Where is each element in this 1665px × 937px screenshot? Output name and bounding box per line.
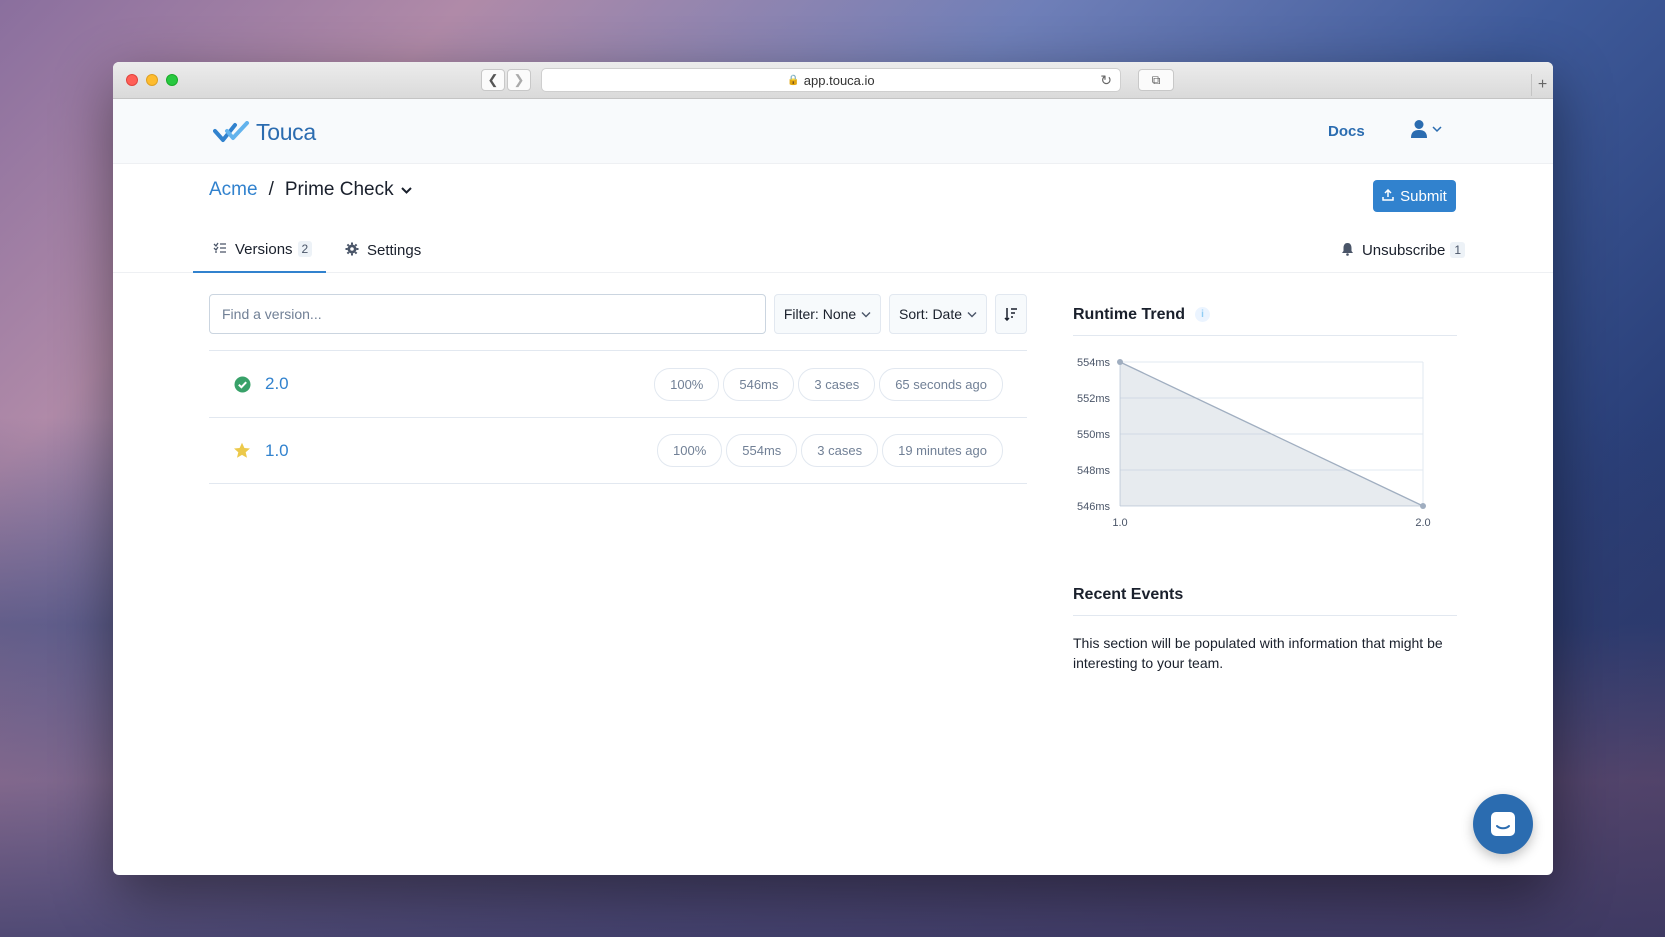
time-badge: 19 minutes ago bbox=[882, 434, 1003, 467]
reload-icon[interactable]: ↻ bbox=[1100, 72, 1112, 89]
breadcrumb-separator: / bbox=[268, 179, 274, 200]
runtime-trend-chart: 554ms 552ms 550ms 548ms 546ms 1.0 2.0 bbox=[1073, 336, 1457, 538]
filter-label: Filter: None bbox=[783, 306, 857, 322]
gear-icon bbox=[345, 242, 359, 259]
chat-icon bbox=[1491, 812, 1515, 836]
time-badge: 65 seconds ago bbox=[879, 367, 1003, 401]
tab-settings[interactable]: Settings bbox=[345, 227, 421, 273]
version-name[interactable]: 2.0 bbox=[265, 374, 289, 394]
runtime-trend-title: Runtime Trend bbox=[1073, 305, 1186, 323]
breadcrumb-team-link[interactable]: Acme bbox=[209, 179, 258, 201]
runtime-badge: 554ms bbox=[726, 434, 798, 467]
subscriber-count-badge: 1 bbox=[1450, 242, 1465, 258]
y-tick-label: 546ms bbox=[1077, 501, 1111, 513]
version-metrics: 100% 554ms 3 cases 19 minutes ago bbox=[657, 434, 1003, 467]
sort-label: Sort: Date bbox=[898, 306, 963, 322]
version-row[interactable]: 1.0 100% 554ms 3 cases 19 minutes ago bbox=[209, 417, 1027, 484]
list-icon bbox=[213, 241, 227, 257]
tab-versions-label: Versions bbox=[235, 240, 293, 258]
cases-badge: 3 cases bbox=[801, 434, 879, 467]
chat-launcher-button[interactable] bbox=[1473, 794, 1533, 854]
forward-arrow-icon[interactable]: ❯ bbox=[507, 69, 531, 91]
star-icon bbox=[233, 442, 251, 460]
check-circle-icon bbox=[233, 375, 251, 393]
new-tab-icon[interactable]: + bbox=[1531, 74, 1553, 96]
chevron-down-icon bbox=[1432, 126, 1442, 133]
score-badge: 100% bbox=[657, 434, 723, 467]
suite-tabs: Versions 2 Settings Unsubscribe 1 bbox=[113, 227, 1553, 273]
version-list: 2.0 100% 546ms 3 cases 65 seconds ago 1.… bbox=[209, 350, 1027, 484]
touca-logo-icon bbox=[213, 120, 249, 142]
y-tick-label: 548ms bbox=[1077, 465, 1111, 477]
version-name[interactable]: 1.0 bbox=[265, 441, 289, 461]
chevron-down-icon bbox=[967, 311, 977, 317]
breadcrumb: Acme / Prime Check bbox=[209, 179, 413, 201]
sidebar: Runtime Trend i 554ms 552ms 550ms 548ms 546m… bbox=[1073, 294, 1457, 673]
lock-icon: 🔒 bbox=[787, 74, 800, 86]
address-url: app.touca.io bbox=[803, 72, 875, 88]
back-arrow-icon[interactable]: ❮ bbox=[481, 69, 505, 91]
submit-label: Submit bbox=[1400, 187, 1447, 205]
bell-icon bbox=[1341, 242, 1354, 259]
unsubscribe-label: Unsubscribe bbox=[1361, 241, 1446, 259]
info-icon[interactable]: i bbox=[1195, 307, 1211, 322]
suite-dropdown-chevron-icon[interactable] bbox=[400, 185, 413, 195]
y-tick-label: 550ms bbox=[1077, 429, 1111, 441]
tab-overview-icon[interactable]: ⧉ bbox=[1138, 69, 1174, 91]
browser-titlebar: ❮ ❯ 🔒 app.touca.io ↻ ⧉ + bbox=[113, 62, 1553, 99]
maximize-window-button[interactable] bbox=[166, 74, 178, 86]
x-tick-label: 1.0 bbox=[1112, 517, 1127, 529]
user-icon bbox=[1411, 120, 1427, 138]
runtime-trend-heading: Runtime Trend i bbox=[1073, 294, 1457, 336]
data-point bbox=[1117, 359, 1123, 365]
score-badge: 100% bbox=[654, 367, 720, 401]
version-row[interactable]: 2.0 100% 546ms 3 cases 65 seconds ago bbox=[209, 350, 1027, 417]
logo-text: Touca bbox=[256, 119, 316, 145]
breadcrumb-suite[interactable]: Prime Check bbox=[285, 179, 394, 201]
runtime-trend-svg: 554ms 552ms 550ms 548ms 546ms1.0 2.0 bbox=[1077, 357, 1431, 529]
user-menu[interactable] bbox=[1410, 119, 1443, 139]
sort-order-button[interactable] bbox=[995, 294, 1027, 334]
tab-versions[interactable]: Versions 2 bbox=[193, 227, 326, 273]
docs-link[interactable]: Docs bbox=[1328, 123, 1365, 140]
chevron-down-icon bbox=[861, 311, 871, 317]
upload-icon bbox=[1382, 188, 1394, 204]
browser-window: ❮ ❯ 🔒 app.touca.io ↻ ⧉ + Touca Docs Acme… bbox=[113, 62, 1553, 875]
cases-badge: 3 cases bbox=[798, 367, 876, 401]
minimize-window-button[interactable] bbox=[146, 74, 158, 86]
touca-logo[interactable]: Touca bbox=[213, 119, 316, 146]
y-tick-label: 552ms bbox=[1077, 393, 1111, 405]
app-header: Touca Docs bbox=[113, 99, 1553, 164]
unsubscribe-button[interactable]: Unsubscribe 1 bbox=[1341, 227, 1465, 273]
sort-dropdown[interactable]: Sort: Date bbox=[889, 294, 987, 334]
x-tick-label: 2.0 bbox=[1415, 517, 1430, 529]
address-bar[interactable]: 🔒 app.touca.io ↻ bbox=[541, 68, 1121, 92]
tab-settings-label: Settings bbox=[367, 241, 422, 259]
recent-events-heading: Recent Events bbox=[1073, 574, 1457, 616]
close-window-button[interactable] bbox=[126, 74, 138, 86]
version-search-input[interactable] bbox=[209, 294, 766, 334]
data-point bbox=[1420, 503, 1426, 509]
submit-button[interactable]: Submit bbox=[1373, 180, 1456, 212]
version-metrics: 100% 546ms 3 cases 65 seconds ago bbox=[654, 367, 1003, 401]
filter-dropdown[interactable]: Filter: None bbox=[774, 294, 881, 334]
y-tick-label: 554ms bbox=[1077, 357, 1111, 369]
runtime-badge: 546ms bbox=[723, 367, 795, 401]
sort-descending-icon bbox=[1004, 308, 1017, 321]
recent-events-text: This section will be populated with info… bbox=[1073, 635, 1443, 671]
versions-count-badge: 2 bbox=[297, 241, 313, 257]
